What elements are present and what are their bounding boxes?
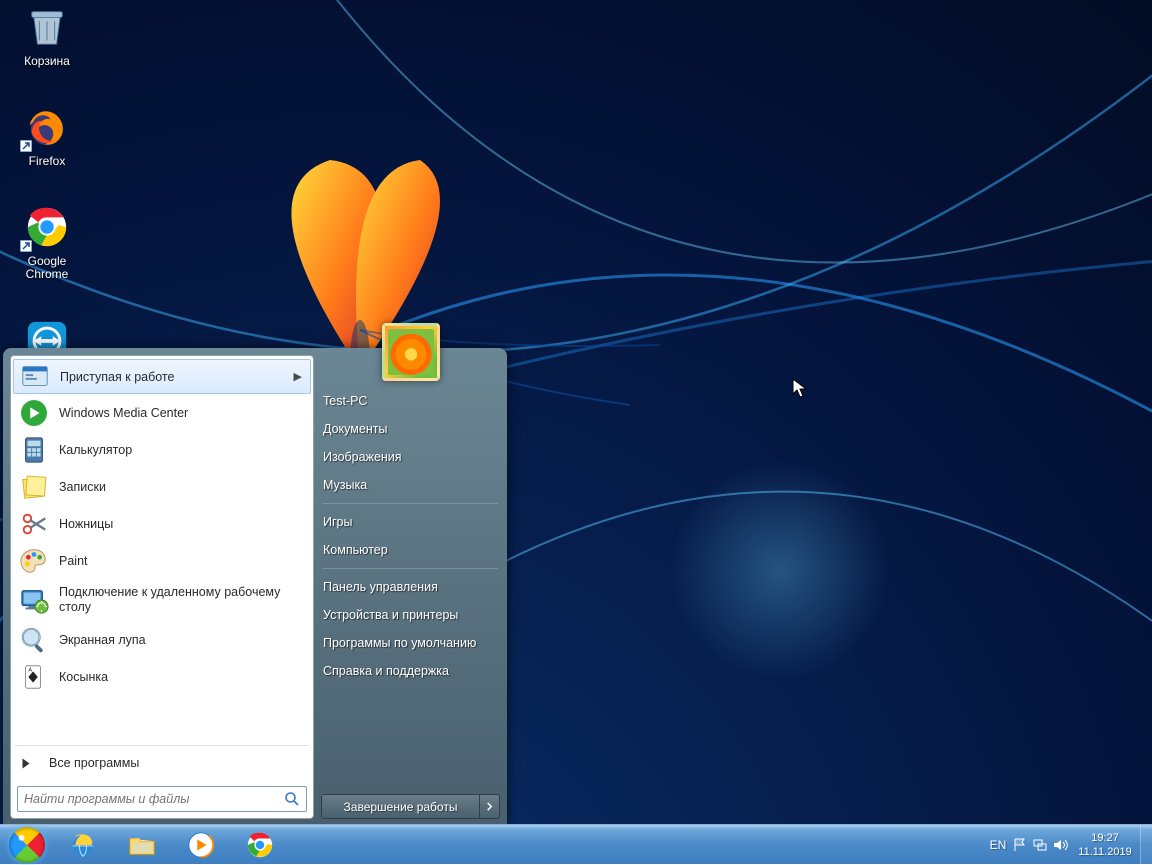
separator bbox=[323, 503, 498, 504]
program-snipping-tool[interactable]: Ножницы bbox=[11, 505, 313, 542]
shutdown-options-button[interactable] bbox=[480, 794, 500, 819]
triangle-right-icon bbox=[23, 758, 30, 768]
chrome-icon bbox=[245, 830, 275, 860]
program-label: Подключение к удаленному рабочему столу bbox=[59, 585, 305, 615]
getting-started-icon bbox=[20, 362, 50, 392]
wmc-icon bbox=[19, 398, 49, 428]
program-label: Косынка bbox=[59, 670, 108, 684]
program-getting-started[interactable]: Приступая к работе ▶ bbox=[13, 359, 311, 394]
shutdown-group: Завершение работы bbox=[321, 794, 500, 819]
shutdown-button[interactable]: Завершение работы bbox=[321, 794, 480, 819]
all-programs-label: Все программы bbox=[49, 756, 139, 770]
scissors-icon bbox=[19, 509, 49, 539]
language-indicator[interactable]: EN bbox=[986, 825, 1010, 865]
taskbar-item-google-chrome[interactable] bbox=[231, 826, 289, 864]
desktop-icon-google-chrome[interactable]: Google Chrome bbox=[10, 204, 84, 281]
start-button[interactable] bbox=[0, 825, 54, 865]
desktop-icon-label: Google Chrome bbox=[10, 255, 84, 281]
desktop-icon-label: Firefox bbox=[10, 155, 84, 168]
tray-action-center[interactable] bbox=[1010, 825, 1030, 865]
search-icon bbox=[284, 791, 300, 807]
program-remote-desktop[interactable]: Подключение к удаленному рабочему столу bbox=[11, 579, 313, 621]
chevron-right-icon bbox=[485, 802, 494, 811]
taskbar-item-windows-media-player[interactable] bbox=[172, 826, 230, 864]
remote-desktop-icon bbox=[19, 585, 49, 615]
program-calculator[interactable]: Калькулятор bbox=[11, 431, 313, 468]
recycle-bin-icon bbox=[24, 4, 70, 50]
windows-orb-icon bbox=[9, 827, 45, 863]
shortcut-overlay-icon bbox=[20, 240, 32, 252]
program-label: Ножницы bbox=[59, 517, 113, 531]
taskbar-item-file-explorer[interactable] bbox=[113, 826, 171, 864]
solitaire-icon: A bbox=[19, 662, 49, 692]
taskbar-item-internet-explorer[interactable] bbox=[54, 826, 112, 864]
tray-volume[interactable] bbox=[1050, 825, 1070, 865]
right-link-images[interactable]: Изображения bbox=[321, 443, 500, 471]
system-tray: EN 19:27 11.11.2019 bbox=[986, 825, 1152, 865]
file-explorer-icon bbox=[127, 830, 157, 860]
magnifier-icon bbox=[19, 625, 49, 655]
taskbar: EN 19:27 11.11.2019 bbox=[0, 824, 1152, 864]
svg-text:A: A bbox=[28, 667, 32, 673]
wmp-icon bbox=[186, 830, 216, 860]
right-link-control-panel[interactable]: Панель управления bbox=[321, 573, 500, 601]
paint-icon bbox=[19, 546, 49, 576]
show-desktop-button[interactable] bbox=[1140, 825, 1152, 865]
desktop-icon-recycle-bin[interactable]: Корзина bbox=[10, 4, 84, 68]
program-solitaire[interactable]: A Косынка bbox=[11, 658, 313, 695]
start-menu-right-panel: Test-PC Документы Изображения Музыка Игр… bbox=[321, 355, 500, 819]
program-label: Windows Media Center bbox=[59, 406, 188, 420]
separator bbox=[323, 568, 498, 569]
start-menu: Приступая к работе ▶ Windows Media Cente… bbox=[3, 348, 507, 826]
right-link-default-programs[interactable]: Программы по умолчанию bbox=[321, 629, 500, 657]
user-avatar[interactable] bbox=[382, 323, 440, 381]
search-input[interactable] bbox=[24, 792, 284, 806]
program-label: Калькулятор bbox=[59, 443, 132, 457]
calculator-icon bbox=[19, 435, 49, 465]
submenu-arrow-icon: ▶ bbox=[294, 370, 302, 383]
right-link-devices-printers[interactable]: Устройства и принтеры bbox=[321, 601, 500, 629]
user-name-link[interactable]: Test-PC bbox=[321, 387, 500, 415]
program-label: Приступая к работе bbox=[60, 370, 174, 384]
desktop-icon-label: Корзина bbox=[10, 55, 84, 68]
volume-icon bbox=[1052, 837, 1068, 853]
internet-explorer-icon bbox=[68, 830, 98, 860]
tray-clock[interactable]: 19:27 11.11.2019 bbox=[1070, 831, 1140, 859]
program-label: Экранная лупа bbox=[59, 633, 146, 647]
right-link-music[interactable]: Музыка bbox=[321, 471, 500, 499]
desktop[interactable]: Корзина Firefox Google Chrome Приступая … bbox=[0, 0, 1152, 824]
network-icon bbox=[1032, 837, 1048, 853]
desktop-icon-firefox[interactable]: Firefox bbox=[10, 104, 84, 168]
program-paint[interactable]: Paint bbox=[11, 542, 313, 579]
program-sticky-notes[interactable]: Записки bbox=[11, 468, 313, 505]
tray-network[interactable] bbox=[1030, 825, 1050, 865]
all-programs-button[interactable]: Все программы bbox=[11, 746, 313, 780]
right-link-help-support[interactable]: Справка и поддержка bbox=[321, 657, 500, 685]
start-menu-programs: Приступая к работе ▶ Windows Media Cente… bbox=[11, 356, 313, 741]
start-menu-left-panel: Приступая к работе ▶ Windows Media Cente… bbox=[10, 355, 314, 819]
right-link-computer[interactable]: Компьютер bbox=[321, 536, 500, 564]
start-menu-search[interactable] bbox=[17, 786, 307, 812]
program-label: Записки bbox=[59, 480, 106, 494]
program-label: Paint bbox=[59, 554, 88, 568]
clock-date: 11.11.2019 bbox=[1074, 845, 1136, 859]
clock-time: 19:27 bbox=[1074, 831, 1136, 845]
program-windows-media-center[interactable]: Windows Media Center bbox=[11, 394, 313, 431]
shortcut-overlay-icon bbox=[20, 140, 32, 152]
right-link-games[interactable]: Игры bbox=[321, 508, 500, 536]
flag-icon bbox=[1012, 837, 1028, 853]
program-magnifier[interactable]: Экранная лупа bbox=[11, 621, 313, 658]
sticky-notes-icon bbox=[19, 472, 49, 502]
right-link-documents[interactable]: Документы bbox=[321, 415, 500, 443]
